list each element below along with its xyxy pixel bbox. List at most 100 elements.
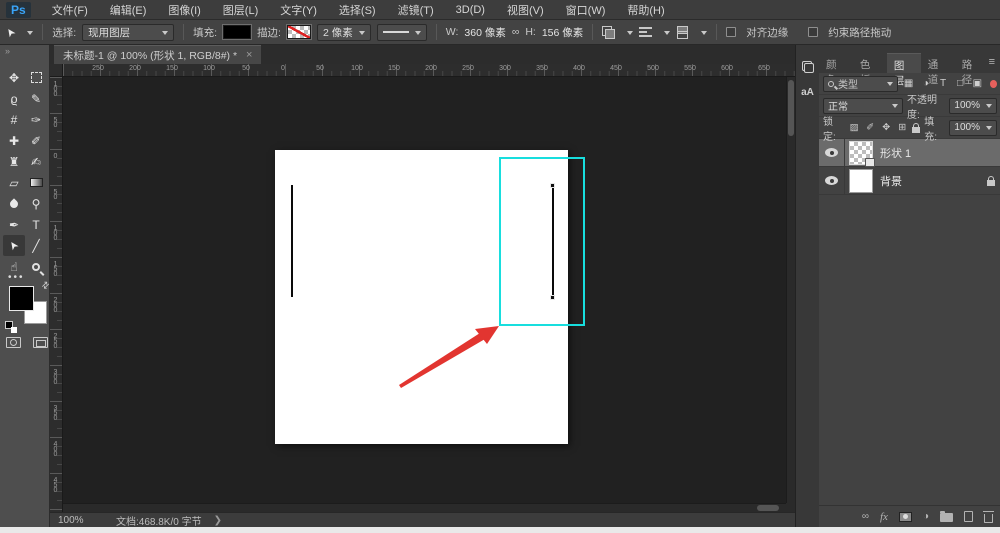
blend-mode-select[interactable]: 正常 — [823, 97, 904, 114]
menu-item-image[interactable]: 图像(I) — [157, 0, 211, 20]
path-alignment-icon[interactable] — [639, 27, 653, 37]
character-panel-icon[interactable]: aA — [799, 84, 816, 101]
menu-item-filter[interactable]: 滤镜(T) — [387, 0, 445, 20]
lock-position-icon[interactable]: ✥ — [880, 122, 892, 133]
dodge-tool[interactable]: ⚲ — [25, 193, 47, 214]
layer-thumbnail[interactable] — [849, 140, 875, 167]
filter-adjustment-layers-icon[interactable]: ◑ — [919, 78, 932, 89]
layer-row-background[interactable]: 背景 — [819, 167, 1000, 195]
current-tool-icon[interactable]: ➤ — [3, 24, 18, 39]
tab-color[interactable]: 颜色 — [819, 53, 853, 86]
new-group-icon[interactable] — [940, 511, 953, 522]
menu-item-help[interactable]: 帮助(H) — [616, 0, 675, 20]
path-operations-icon[interactable] — [602, 25, 616, 39]
lock-image-pixels-icon[interactable]: ✐ — [864, 122, 876, 133]
fill-select[interactable]: 100% — [949, 119, 997, 136]
add-layer-mask-icon[interactable] — [898, 511, 912, 522]
stroke-width-dropdown[interactable]: 2 像素 — [316, 23, 371, 41]
default-colors-icon[interactable] — [5, 321, 17, 333]
tab-close-icon[interactable]: × — [246, 49, 252, 61]
layer-row-shape1[interactable]: 形状 1 — [819, 139, 1000, 167]
screen-mode-icon[interactable] — [33, 337, 48, 348]
edit-toolbar-icon[interactable]: ••• — [8, 272, 25, 283]
horizontal-scrollbar-thumb[interactable] — [757, 505, 779, 511]
layer-visibility-toggle[interactable] — [819, 139, 845, 166]
lock-transparent-pixels-icon[interactable]: ▨ — [848, 122, 860, 133]
clone-stamp-tool[interactable]: ♜ — [3, 151, 25, 172]
new-layer-icon[interactable] — [964, 511, 973, 522]
filter-shape-layers-icon[interactable]: □ — [954, 78, 967, 89]
layer-filter-type-dropdown[interactable]: 类型 — [823, 75, 899, 92]
stroke-color-swatch[interactable] — [285, 24, 312, 40]
gradient-tool[interactable] — [25, 172, 47, 193]
path-arrangement-icon[interactable] — [676, 25, 689, 39]
healing-brush-tool[interactable]: ✚ — [3, 130, 25, 151]
document-tab[interactable]: 未标题-1 @ 100% (形状 1, RGB/8#) * × — [54, 45, 262, 64]
menu-item-select[interactable]: 选择(S) — [328, 0, 387, 20]
tab-layers[interactable]: 图层 — [886, 53, 921, 87]
menu-item-3d[interactable]: 3D(D) — [445, 2, 496, 18]
toolbar-collapse-icon[interactable]: » — [5, 46, 10, 56]
menu-item-window[interactable]: 窗口(W) — [555, 0, 617, 20]
path-anchor-bottom[interactable] — [550, 295, 555, 300]
panel-menu-icon[interactable]: ≡ — [989, 53, 1000, 73]
history-panel-icon[interactable] — [799, 58, 816, 75]
tab-channels[interactable]: 通道 — [921, 53, 955, 86]
delete-layer-icon[interactable] — [983, 510, 994, 523]
fill-color-swatch[interactable] — [222, 24, 253, 40]
move-tool[interactable]: ✥ — [3, 67, 25, 88]
new-adjustment-layer-icon[interactable]: ◑ — [923, 511, 929, 522]
history-brush-tool[interactable]: ✍ — [25, 151, 47, 172]
foreground-color-swatch[interactable] — [9, 286, 34, 311]
select-mode-dropdown[interactable]: 现用图层 — [82, 23, 175, 41]
status-menu-chevron-icon[interactable]: ❯ — [214, 515, 222, 526]
type-tool[interactable]: T — [25, 214, 47, 235]
brush-tool[interactable]: ✐ — [25, 130, 47, 151]
eraser-tool[interactable]: ▱ — [3, 172, 25, 193]
menu-item-edit[interactable]: 编辑(E) — [99, 0, 158, 20]
tab-swatches[interactable]: 色板 — [853, 53, 887, 86]
zoom-tool[interactable] — [25, 256, 47, 277]
horizontal-scrollbar[interactable] — [63, 503, 786, 512]
quick-mask-mode-icon[interactable] — [6, 337, 21, 348]
layer-name[interactable]: 背景 — [880, 173, 902, 189]
ruler-left[interactable]: 100 50 0 50 100 150 200 250 300 350 400 450 — [50, 77, 63, 512]
quick-selection-tool[interactable]: ✎ — [25, 88, 47, 109]
path-anchor-top[interactable] — [550, 183, 555, 188]
layer-filter-toggle[interactable] — [989, 79, 998, 88]
layer-name[interactable]: 形状 1 — [880, 145, 911, 161]
width-field[interactable]: 360 像素 — [464, 25, 505, 40]
lasso-tool[interactable]: ϱ — [3, 88, 25, 109]
filter-type-layers-icon[interactable]: T — [936, 78, 949, 89]
menu-item-type[interactable]: 文字(Y) — [269, 0, 328, 20]
layer-thumbnail[interactable] — [849, 168, 873, 193]
layer-effects-icon[interactable]: fx — [880, 511, 888, 523]
vertical-scrollbar[interactable] — [786, 77, 795, 503]
eyedropper-tool[interactable]: ✑ — [25, 109, 47, 130]
app-logo[interactable]: Ps — [6, 1, 31, 18]
marquee-tool[interactable] — [25, 67, 47, 88]
vertical-scrollbar-thumb[interactable] — [788, 80, 794, 136]
tool-preset-caret-icon[interactable] — [27, 30, 34, 38]
menu-item-view[interactable]: 视图(V) — [496, 0, 555, 20]
blur-tool[interactable] — [3, 193, 25, 214]
stroke-style-dropdown[interactable] — [376, 23, 427, 41]
menu-item-layer[interactable]: 图层(L) — [212, 0, 269, 20]
lock-artboard-icon[interactable]: ⊞ — [896, 122, 908, 133]
constrain-path-drag-checkbox[interactable] — [808, 27, 819, 37]
lock-all-icon[interactable] — [912, 122, 921, 133]
tab-paths[interactable]: 路径 — [955, 53, 989, 86]
document-viewport[interactable] — [63, 77, 786, 503]
zoom-level-field[interactable]: 100% — [58, 515, 104, 526]
crop-tool[interactable]: # — [3, 109, 25, 130]
filter-pixel-layers-icon[interactable]: ▦ — [902, 78, 915, 89]
layer-visibility-toggle[interactable] — [819, 167, 845, 194]
height-field[interactable]: 156 像素 — [542, 25, 583, 40]
align-edges-checkbox[interactable] — [726, 27, 737, 37]
pen-tool[interactable]: ✒ — [3, 214, 25, 235]
link-dimensions-icon[interactable]: ∞ — [512, 26, 520, 38]
path-selection-tool[interactable]: ➤ — [3, 235, 25, 256]
opacity-select[interactable]: 100% — [949, 97, 997, 114]
filter-smart-objects-icon[interactable]: ▣ — [971, 78, 984, 89]
ruler-top[interactable]: 250 200 150 100 50 0 50 100 150 200 250 300 350 400 45… — [63, 64, 795, 77]
